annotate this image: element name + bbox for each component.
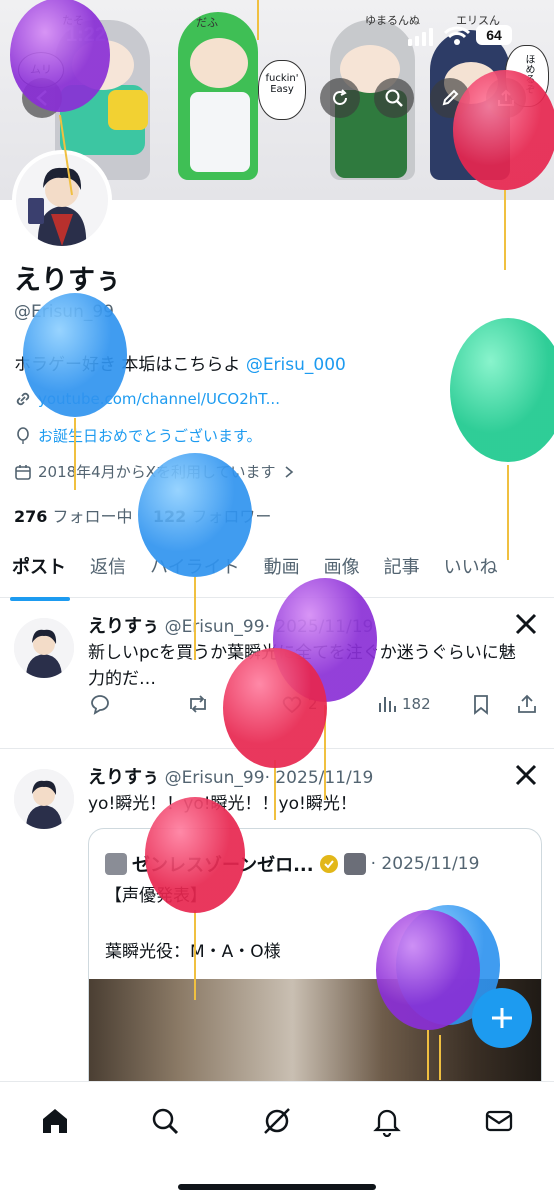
profile-tabs: ポスト 返信 ハイライト 動画 画像 記事 いいね bbox=[0, 545, 554, 601]
signal-icon bbox=[408, 28, 434, 50]
balloon-green-1 bbox=[450, 318, 554, 462]
quote-header: ゼンレスゾーンゼロ... · 2025/11/19 bbox=[105, 851, 479, 877]
banner-char2-label: だふ bbox=[196, 16, 218, 29]
share-profile-button[interactable] bbox=[486, 78, 526, 118]
like-button[interactable]: 2 bbox=[280, 693, 318, 715]
nav-notifications[interactable] bbox=[370, 1104, 404, 1138]
follow-stats: 276 フォロー中 122 フォロワー bbox=[14, 503, 271, 527]
following-count: 276 bbox=[14, 507, 48, 526]
status-time: 1:22 bbox=[66, 24, 107, 46]
tab-videos[interactable]: 動画 bbox=[252, 545, 312, 597]
banner-char2-bubble: fuckin' Easy bbox=[258, 60, 306, 120]
edit-button[interactable] bbox=[430, 78, 470, 118]
post-author-name[interactable]: えりすぅ bbox=[88, 767, 159, 788]
quote-avatar bbox=[105, 853, 127, 875]
wifi-icon bbox=[443, 26, 471, 50]
home-icon bbox=[43, 1109, 67, 1133]
profile-bio: ホラゲー好き 本垢はこちらよ @Erisu_000 bbox=[14, 350, 346, 375]
tab-photos[interactable]: 画像 bbox=[312, 545, 372, 597]
calendar-icon bbox=[15, 464, 31, 480]
x-logo-icon bbox=[514, 763, 538, 791]
joined-text: 2018年4月からXを利用しています bbox=[38, 463, 276, 481]
tab-likes[interactable]: いいね bbox=[432, 545, 510, 597]
followers-count: 122 bbox=[152, 507, 187, 526]
quote-line-2: 葉瞬光役：M・A・O様 bbox=[105, 942, 281, 962]
grok-icon bbox=[264, 1108, 290, 1134]
balloon-icon bbox=[17, 426, 29, 444]
repost-icon[interactable] bbox=[186, 693, 210, 715]
profile-display-name: えりすぅ bbox=[14, 265, 122, 296]
website-link[interactable]: youtube.com/channel/UCO2hT... bbox=[38, 390, 280, 408]
link-icon bbox=[16, 392, 30, 406]
post-text: 新しいpcを買うか葉瞬光に全てを注ぐか迷うぐらいに魅力的だ… bbox=[88, 643, 516, 689]
messages-icon bbox=[485, 1110, 513, 1132]
compose-button[interactable] bbox=[472, 988, 532, 1048]
quote-date: · 2025/11/19 bbox=[370, 854, 480, 874]
post-1[interactable]: えりすぅ @Erisun_99· 2025/11/19 新しいpcを買うか葉瞬光… bbox=[0, 598, 554, 749]
post-header: えりすぅ @Erisun_99· 2025/11/19 bbox=[88, 763, 373, 789]
following-link[interactable]: 276 フォロー中 bbox=[14, 507, 133, 526]
profile-website-row[interactable]: youtube.com/channel/UCO2hT... bbox=[14, 390, 280, 408]
tab-posts[interactable]: ポスト bbox=[0, 545, 78, 601]
post-author-handle[interactable]: @Erisun_99 bbox=[165, 768, 265, 788]
post-author-handle[interactable]: @Erisun_99 bbox=[165, 617, 265, 637]
post-avatar[interactable] bbox=[14, 618, 74, 678]
back-button[interactable] bbox=[22, 78, 62, 118]
chevron-right-icon bbox=[285, 465, 293, 478]
view-count: 182 bbox=[402, 695, 431, 713]
birthday-text: お誕生日おめでとうございます。 bbox=[38, 427, 262, 445]
like-count: 2 bbox=[308, 695, 318, 713]
post-text: yo!瞬光！！yo!瞬光！！yo!瞬光！ bbox=[88, 794, 357, 814]
bookmark-icon[interactable] bbox=[470, 693, 492, 715]
followers-link[interactable]: 122 フォロワー bbox=[153, 507, 272, 526]
profile-joined-row[interactable]: 2018年4月からXを利用しています bbox=[14, 461, 296, 482]
quote-author-name: ゼンレスゾーンゼロ... bbox=[132, 855, 314, 876]
search-icon bbox=[152, 1108, 179, 1135]
views-icon bbox=[379, 697, 396, 712]
x-logo-icon bbox=[514, 612, 538, 640]
battery-level: 64 bbox=[486, 27, 502, 43]
refresh-button[interactable] bbox=[320, 78, 360, 118]
tab-highlights[interactable]: ハイライト bbox=[138, 545, 252, 597]
refresh-icon bbox=[333, 89, 347, 105]
bottom-navigation bbox=[0, 1081, 554, 1201]
post-date: · 2025/11/19 bbox=[264, 768, 374, 788]
views-button[interactable]: 182 bbox=[376, 693, 431, 715]
profile-birthday-row: お誕生日おめでとうございます。 bbox=[14, 425, 262, 446]
edit-icon bbox=[442, 89, 459, 106]
nav-messages[interactable] bbox=[482, 1104, 516, 1138]
profile-avatar[interactable] bbox=[12, 150, 112, 250]
like-icon bbox=[282, 696, 302, 714]
nav-search[interactable] bbox=[148, 1104, 182, 1138]
plus-icon bbox=[492, 1008, 512, 1028]
nav-home[interactable] bbox=[38, 1104, 72, 1138]
quote-avatar-small bbox=[343, 853, 366, 875]
nav-grok[interactable] bbox=[260, 1104, 294, 1138]
post-avatar[interactable] bbox=[14, 769, 74, 829]
notifications-icon bbox=[373, 1109, 401, 1137]
battery-indicator: 64 bbox=[476, 25, 512, 45]
share-icon[interactable] bbox=[516, 693, 538, 715]
share-icon bbox=[498, 89, 514, 106]
search-button[interactable] bbox=[374, 78, 414, 118]
banner-char3-label: ゆまるんぬ bbox=[365, 14, 420, 27]
back-icon bbox=[36, 90, 47, 106]
quoted-post[interactable]: ゼンレスゾーンゼロ... · 2025/11/19 【声優発表】 葉瞬光役：M・… bbox=[88, 828, 542, 1100]
reply-icon[interactable] bbox=[88, 693, 112, 715]
search-icon bbox=[385, 89, 403, 107]
post-author-name[interactable]: えりすぅ bbox=[88, 616, 159, 637]
verified-badge-icon bbox=[319, 855, 338, 873]
post-header: えりすぅ @Erisun_99· 2025/11/19 bbox=[88, 612, 373, 638]
post-date: · 2025/11/19 bbox=[264, 617, 374, 637]
bio-text: ホラゲー好き 本垢はこちらよ bbox=[14, 355, 246, 375]
home-indicator bbox=[178, 1184, 376, 1190]
following-label: フォロー中 bbox=[52, 507, 133, 526]
profile-handle: @Erisun_99 bbox=[14, 302, 114, 322]
followers-label: フォロワー bbox=[191, 507, 272, 526]
tab-articles[interactable]: 記事 bbox=[372, 545, 432, 597]
quote-line-1: 【声優発表】 bbox=[105, 886, 207, 906]
tab-replies[interactable]: 返信 bbox=[78, 545, 138, 597]
bio-mention-link[interactable]: @Erisu_000 bbox=[246, 355, 346, 375]
